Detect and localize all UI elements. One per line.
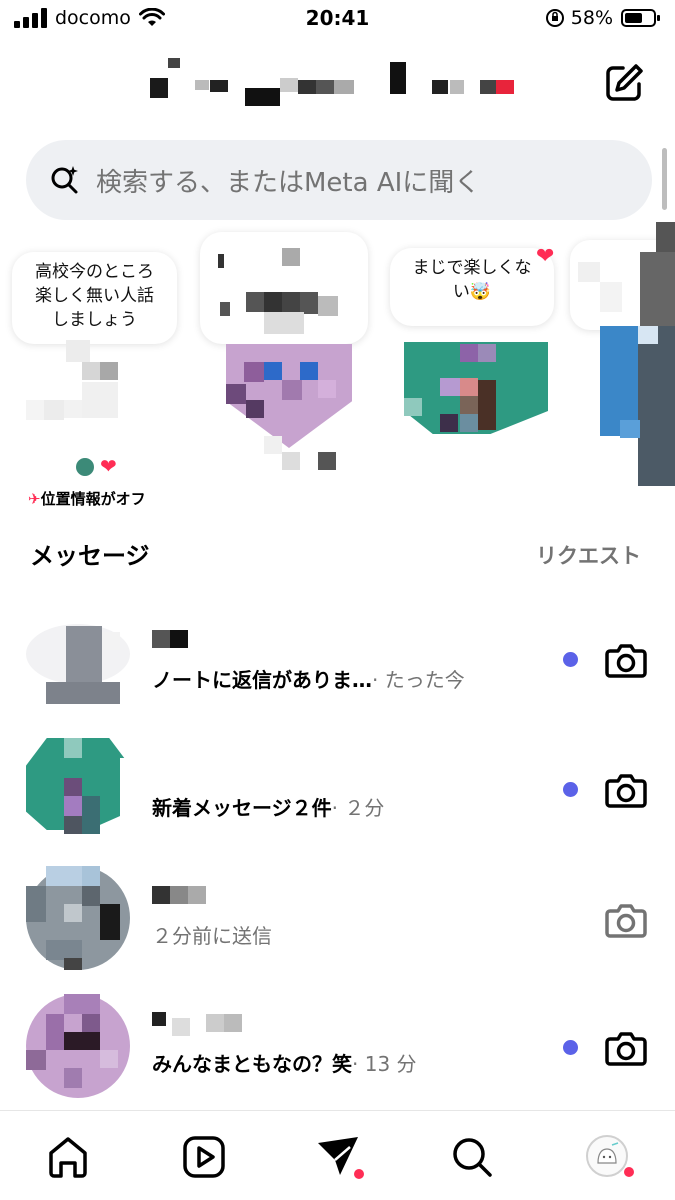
- avatar: [26, 866, 130, 970]
- note-avatar: [26, 340, 178, 444]
- note-friend-3[interactable]: [570, 222, 675, 522]
- conversation-row[interactable]: ノートに返信がありま…· たった今: [0, 604, 675, 724]
- unread-dot: [563, 1040, 578, 1055]
- note-bubble: 高校今のところ 楽しく無い人話 しましょう: [12, 252, 177, 344]
- note-bubble: [200, 232, 368, 344]
- battery-percent: 58%: [570, 7, 613, 29]
- camera-icon[interactable]: [604, 638, 648, 682]
- battery-icon: [621, 9, 660, 27]
- messages-header: メッセージ リクエスト: [30, 536, 645, 576]
- location-off-icon: ✈: [28, 490, 41, 508]
- note-avatar: [226, 344, 352, 470]
- profile-avatar[interactable]: [586, 1135, 628, 1177]
- header: [0, 52, 675, 112]
- note-friend-1[interactable]: [196, 222, 376, 522]
- avatar-drawing-icon: [597, 1142, 619, 1164]
- location-off-label: ✈位置情報がオフ: [28, 490, 146, 508]
- home-icon[interactable]: [44, 1133, 92, 1181]
- message-preview: ２分前に送信: [152, 924, 272, 948]
- message-preview: ノートに返信がありま…· たった今: [152, 668, 465, 692]
- requests-link[interactable]: リクエスト: [536, 540, 641, 570]
- notification-dot: [354, 1169, 364, 1179]
- camera-icon[interactable]: [604, 898, 648, 942]
- status-bar: docomo 20:41 58%: [0, 0, 675, 38]
- unread-dot: [563, 782, 578, 797]
- orientation-lock-icon: [545, 9, 564, 27]
- search-icon[interactable]: [448, 1133, 496, 1181]
- note-friend-2[interactable]: まじで楽しくな い🤯 ❤: [388, 222, 568, 522]
- reels-icon[interactable]: [180, 1133, 228, 1181]
- avatar: [26, 994, 130, 1098]
- camera-icon[interactable]: [604, 768, 648, 812]
- message-preview: 新着メッセージ２件· ２分: [152, 796, 385, 820]
- note-own[interactable]: 高校今のところ 楽しく無い人話 しましょう ❤ ✈位置情報がオフ: [0, 222, 190, 522]
- message-preview: みんなまともなの？笑· 13 分: [152, 1052, 417, 1076]
- search-ai-icon: [51, 166, 78, 194]
- heart-icon: ❤: [100, 454, 117, 478]
- conversation-row[interactable]: 新着メッセージ２件· ２分: [0, 734, 675, 854]
- scrollbar[interactable]: [662, 148, 667, 210]
- conversation-row[interactable]: みんなまともなの？笑· 13 分: [0, 990, 675, 1110]
- heart-icon: ❤: [536, 244, 555, 269]
- conversation-name: [152, 1012, 252, 1036]
- note-mini-avatar: [74, 456, 96, 478]
- account-switcher[interactable]: [150, 58, 520, 108]
- tab-bar: [0, 1110, 675, 1200]
- conversation-name: [152, 630, 192, 652]
- unread-dot: [563, 652, 578, 667]
- conversation-name: [152, 886, 212, 908]
- messages-title: メッセージ: [30, 542, 150, 570]
- avatar: [26, 604, 130, 708]
- notes-row: 高校今のところ 楽しく無い人話 しましょう ❤ ✈位置情報がオフ まじで楽しくな…: [0, 222, 675, 522]
- avatar: [26, 738, 130, 842]
- search-bar[interactable]: 検索する、またはMeta AIに聞く: [26, 140, 652, 220]
- note-avatar: [404, 342, 548, 452]
- search-placeholder: 検索する、またはMeta AIに聞く: [96, 167, 481, 198]
- camera-icon[interactable]: [604, 1026, 648, 1070]
- conversation-row[interactable]: ２分前に送信: [0, 862, 675, 982]
- note-bubble: まじで楽しくな い🤯: [390, 248, 554, 326]
- note-avatar: [600, 326, 675, 486]
- compose-icon[interactable]: [603, 62, 645, 104]
- notification-dot: [624, 1167, 634, 1177]
